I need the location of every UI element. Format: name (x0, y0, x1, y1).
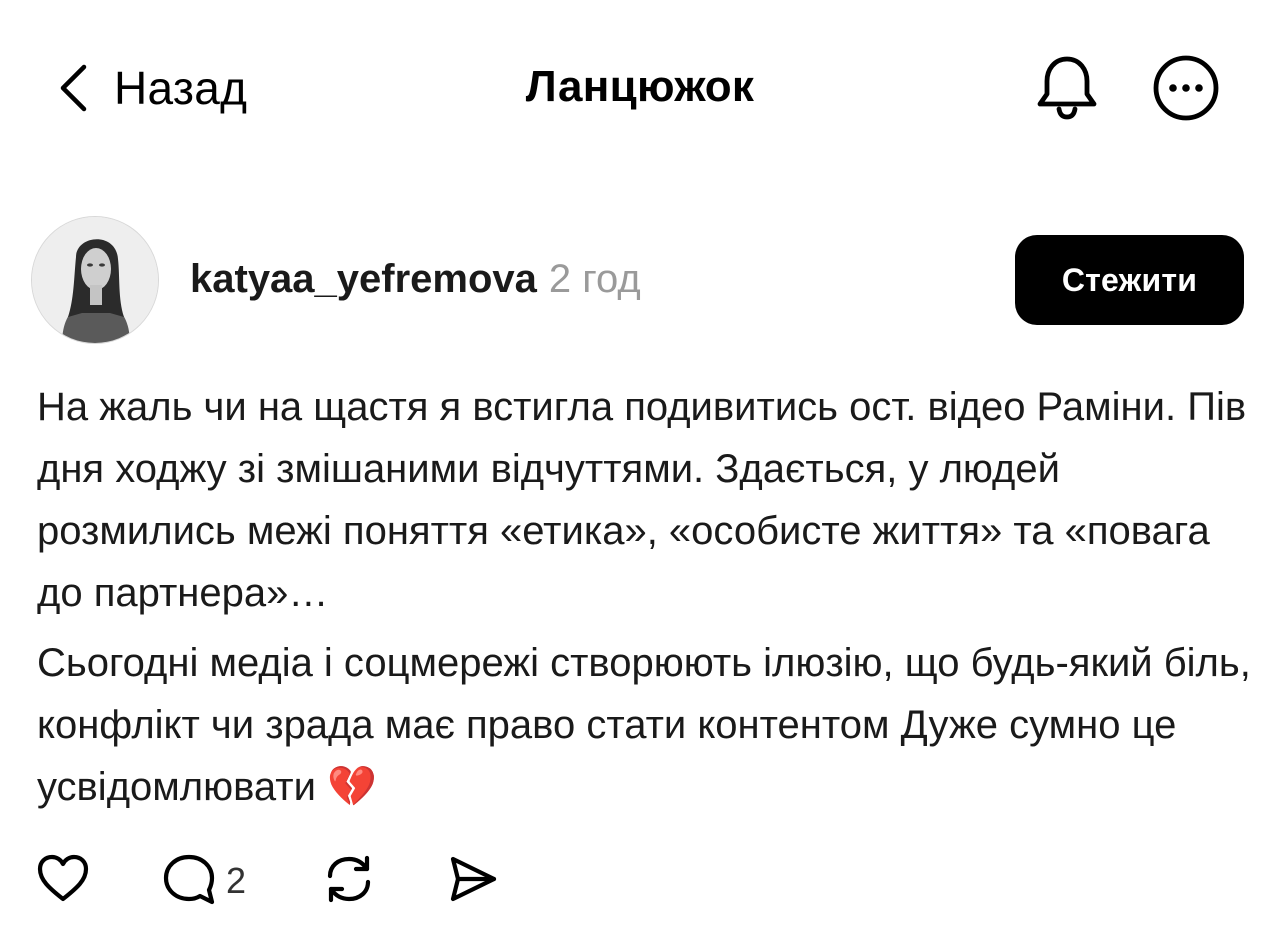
comment-icon[interactable] (162, 852, 218, 908)
post-author-line: katyaa_yefremova 2 год (190, 257, 641, 302)
username[interactable]: katyaa_yefremova (190, 257, 537, 301)
avatar[interactable] (31, 216, 159, 344)
comment-count: 2 (226, 860, 247, 901)
post-paragraph: Сьогодні медіа і соцмережі створюють ілю… (37, 641, 1251, 809)
repost-icon[interactable] (322, 852, 376, 906)
post-paragraph: На жаль чи на щастя я встигла подивитись… (37, 385, 1247, 615)
post-time: 2 год (548, 257, 641, 301)
send-icon[interactable] (446, 852, 500, 906)
post-text: На жаль чи на щастя я встигла подивитись… (37, 376, 1262, 818)
top-bar: Назад Ланцюжок (0, 0, 1280, 175)
avatar-image (32, 217, 158, 343)
more-options-icon[interactable] (1150, 52, 1222, 124)
follow-button[interactable]: Стежити (1015, 235, 1244, 325)
bell-icon[interactable] (1032, 52, 1102, 122)
heart-icon[interactable] (36, 852, 90, 906)
